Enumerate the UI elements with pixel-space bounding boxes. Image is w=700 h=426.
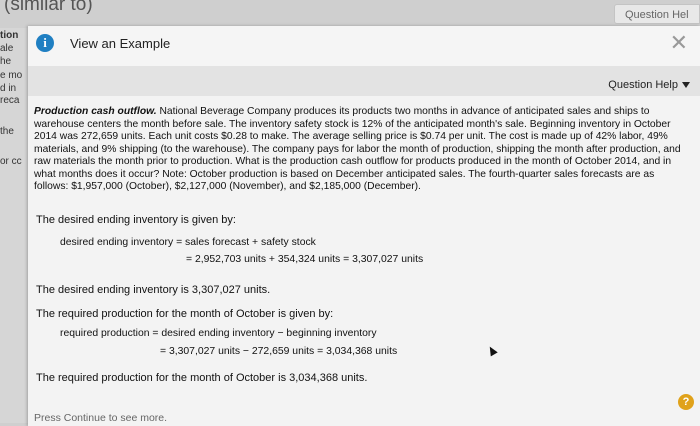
question-help-button[interactable]: Question Help [608, 79, 690, 91]
mouse-cursor-icon [486, 344, 498, 357]
bg-fragment: the [0, 126, 14, 137]
step1-result: = 2,952,703 units + 354,324 units = 3,30… [186, 254, 424, 265]
bg-fragment: or cc [0, 156, 22, 167]
continue-hint: Press Continue to see more. [34, 412, 168, 424]
step2-result: = 3,307,027 units − 272,659 units = 3,03… [160, 346, 398, 357]
bg-fragment: ale [0, 43, 14, 54]
step1-prompt: The desired ending inventory is given by… [36, 214, 236, 226]
question-help-tab[interactable]: Question Hel [614, 4, 700, 24]
dialog-toolbar: Question Help [28, 66, 700, 96]
step2-prompt: The required production for the month of… [36, 308, 334, 320]
question-help-label: Question Help [608, 79, 678, 91]
problem-title: Production cash outflow. [34, 106, 157, 117]
bg-fragment: reca [0, 95, 20, 106]
step1-conclusion: The desired ending inventory is 3,307,02… [36, 284, 271, 296]
help-icon[interactable]: ? [678, 394, 694, 410]
problem-body: National Beverage Company produces its p… [34, 106, 681, 192]
dialog-header: i View an Example ✕ [28, 26, 700, 66]
bg-fragment: he [0, 56, 12, 67]
example-dialog: i View an Example ✕ Question Help Produc… [28, 26, 700, 426]
step2-formula: required production = desired ending inv… [60, 328, 377, 339]
close-icon[interactable]: ✕ [670, 32, 688, 54]
bg-fragment: tion [0, 30, 19, 41]
dialog-title: View an Example [70, 36, 171, 51]
step2-conclusion: The required production for the month of… [36, 372, 368, 384]
problem-statement: Production cash outflow. National Bevera… [34, 106, 690, 194]
info-icon: i [36, 34, 54, 52]
step1-formula: desired ending inventory = sales forecas… [60, 237, 316, 248]
chevron-down-icon [682, 82, 690, 89]
bg-fragment: e mo [0, 70, 23, 81]
page-title: (similar to) [4, 0, 93, 15]
bg-fragment: d in [0, 83, 17, 94]
